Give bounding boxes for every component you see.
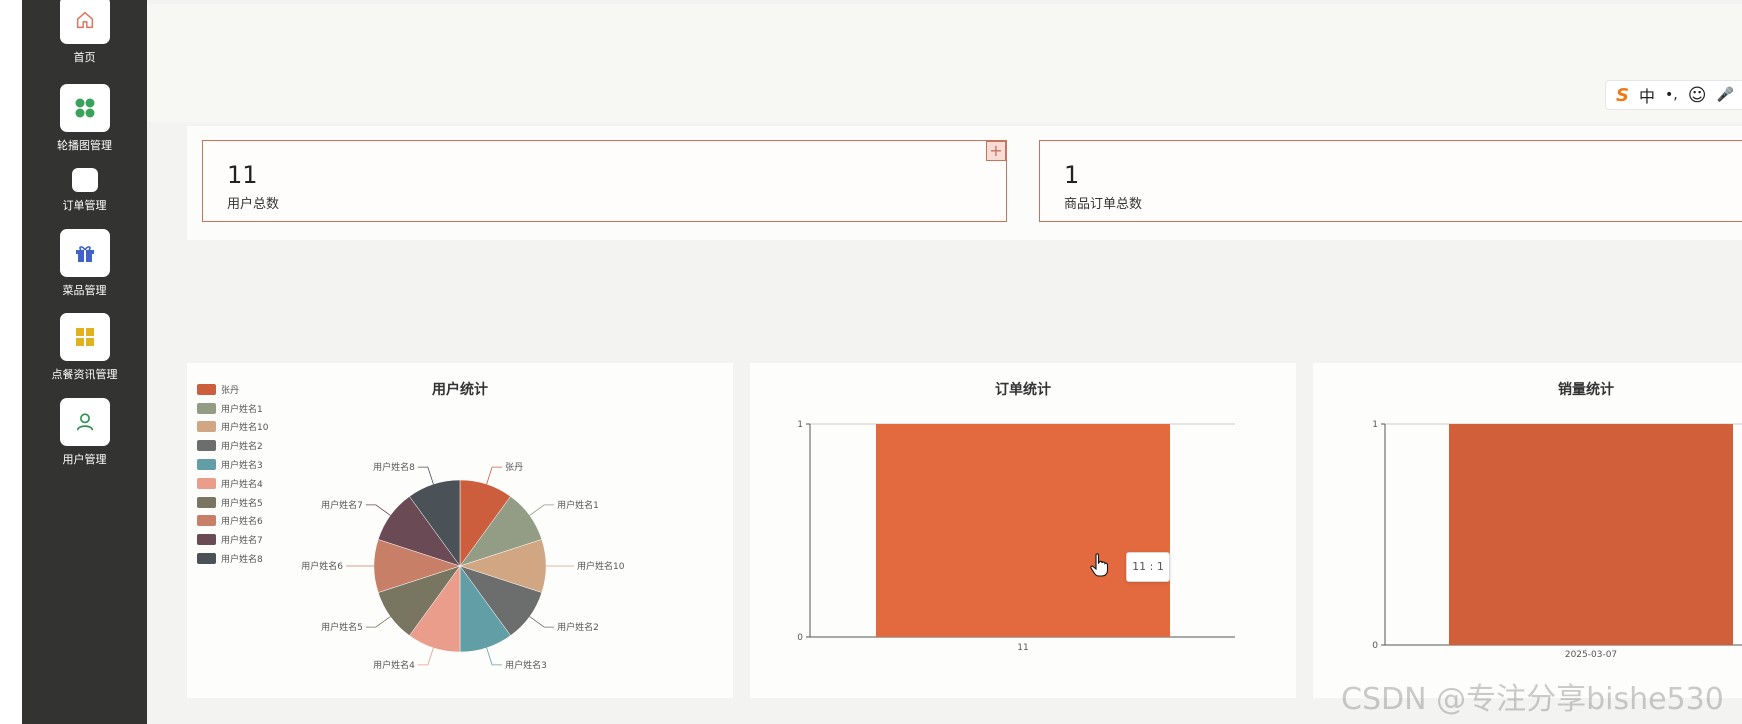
y-tick-label: 1: [797, 420, 803, 430]
y-tick-label: 0: [1372, 641, 1378, 651]
gift-icon: [59, 229, 110, 277]
pie-slice-label: 用户姓名7: [321, 499, 363, 511]
pie-label-line: [486, 466, 503, 485]
grid-icon: [59, 313, 110, 361]
y-tick-label: 1: [1372, 420, 1378, 430]
sidebar-item-dishes[interactable]: 菜品管理: [22, 229, 147, 298]
pie-label-line: [365, 616, 391, 628]
stat-card-users[interactable]: 11 用户总数 +: [202, 140, 1007, 222]
left-edge-strip: [0, 0, 22, 724]
pie-slice-label: 用户姓名5: [321, 621, 363, 633]
stat-value: 1: [1064, 161, 1080, 189]
plus-icon[interactable]: +: [986, 141, 1006, 161]
stat-label: 用户总数: [227, 197, 280, 212]
sidebar-item-label: 首页: [73, 51, 96, 64]
order-stats-chart-card: 订单统计 0 1 11: [750, 363, 1296, 698]
pie-slice-label: 张丹: [505, 462, 523, 473]
emoji-icon[interactable]: ☺: [1688, 85, 1707, 106]
clover-icon: [59, 84, 110, 132]
stats-panel: 11 用户总数 + 1 商品订单总数: [187, 126, 1742, 240]
sidebar-item-label: 菜品管理: [62, 284, 107, 297]
y-tick-label: 0: [797, 633, 803, 643]
ime-toolbar[interactable]: S 中 •, ☺ 🎤: [1605, 80, 1742, 110]
hand-cursor-icon: [1090, 553, 1108, 577]
pie-slice-label: 用户姓名8: [373, 461, 415, 473]
pie-slice-label: 用户姓名2: [557, 621, 599, 633]
order-bar-chart: 0111: [797, 420, 1235, 653]
pie-chart: 张丹用户姓名1 用户姓名10 用户姓名2 用户姓名3 用户姓名4 用户姓名5 用户姓名6 用户…: [301, 461, 625, 671]
sidebar-item-label: 轮播图管理: [57, 139, 112, 152]
pie-slice-label: 用户姓名3: [505, 659, 547, 671]
punctuation-icon[interactable]: •,: [1665, 87, 1678, 103]
sidebar-item-label: 用户管理: [62, 453, 107, 466]
pie-slice-label: 用户姓名10: [577, 560, 625, 572]
sidebar: 首页 轮播图管理 订单管理 菜品管理 点餐资讯管理 用户管理: [22, 0, 147, 724]
sidebar-item-label: 点餐资讯管理: [51, 368, 118, 381]
pie-slice-label: 用户姓名4: [373, 659, 415, 671]
bar[interactable]: [876, 424, 1170, 637]
bar[interactable]: [1449, 424, 1733, 645]
chart-tooltip: 11 : 1: [1126, 552, 1170, 582]
sidebar-item-carousel[interactable]: 轮播图管理: [22, 84, 147, 153]
pie-label-line: [529, 504, 555, 516]
ime-language-toggle[interactable]: 中: [1639, 83, 1655, 107]
pie-slice-label: 用户姓名1: [557, 499, 599, 511]
pie-label-line: [417, 466, 434, 485]
user-icon: [59, 398, 110, 446]
pie-label-line: [417, 647, 434, 666]
microphone-icon[interactable]: 🎤: [1716, 87, 1733, 103]
pie-slice-label: 用户姓名6: [301, 560, 343, 572]
top-band: [147, 4, 1742, 122]
sidebar-item-news[interactable]: 点餐资讯管理: [22, 313, 147, 382]
stat-card-orders[interactable]: 1 商品订单总数: [1039, 140, 1742, 222]
x-tick-label: 11: [1017, 643, 1028, 653]
sales-bar-chart: 0 1 2025-03-07: [1372, 420, 1742, 660]
sogou-logo-icon[interactable]: S: [1616, 85, 1629, 106]
sidebar-item-users[interactable]: 用户管理: [22, 398, 147, 467]
sidebar-item-home[interactable]: 首页: [22, 0, 147, 65]
sidebar-item-label: 订单管理: [62, 199, 107, 212]
home-icon: [59, 0, 110, 44]
user-stats-chart-card: 用户统计 张丹 用户姓名1 用户姓名10 用户姓名2 用户姓名3 用户姓名4 用户姓名5 用户…: [187, 363, 733, 698]
pie-label-line: [529, 616, 555, 628]
stat-value: 11: [227, 161, 258, 189]
watermark: CSDN @专注分享bishe530: [1341, 682, 1724, 717]
stat-label: 商品订单总数: [1064, 197, 1143, 212]
pie-label-line: [486, 647, 503, 666]
x-tick-label: 2025-03-07: [1565, 650, 1617, 660]
sales-stats-chart-card: 销量统计 0 1 2025-03-07: [1313, 363, 1742, 698]
blank-icon: [71, 168, 98, 192]
sidebar-item-orders[interactable]: 订单管理: [22, 168, 147, 213]
pie-label-line: [365, 504, 391, 516]
